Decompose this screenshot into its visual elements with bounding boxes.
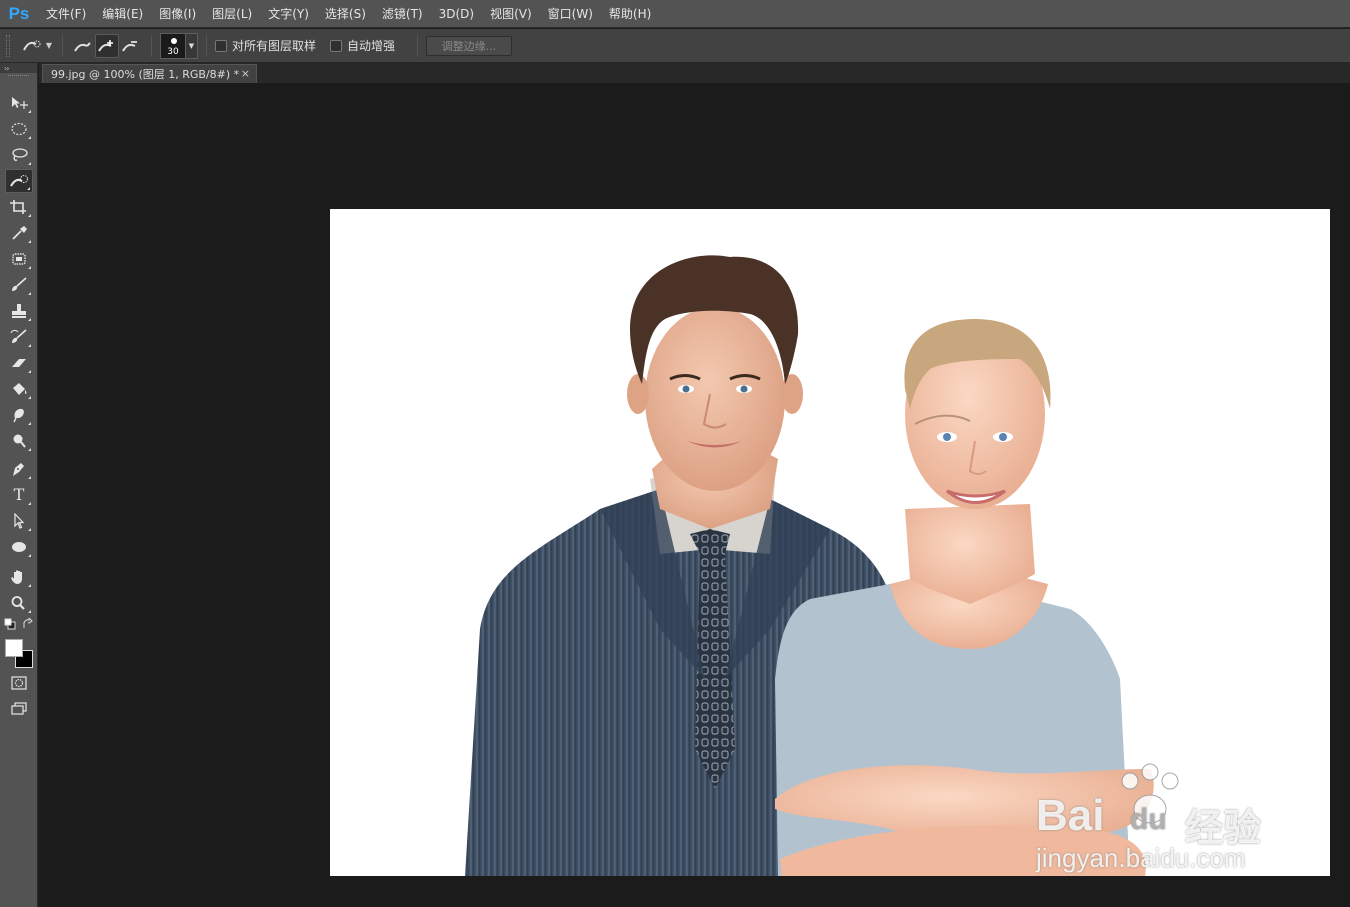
- clone-stamp-tool[interactable]: [5, 299, 33, 323]
- eyedropper-icon: [12, 226, 27, 240]
- document-workspace[interactable]: Bai du 经验 jingyan.baidu.com: [39, 83, 1350, 907]
- path-selection-tool[interactable]: [5, 509, 33, 533]
- image-canvas[interactable]: Bai du 经验 jingyan.baidu.com: [330, 209, 1330, 876]
- brush-icon: [12, 277, 27, 291]
- toolbox-collapse-button[interactable]: ››: [0, 63, 37, 73]
- pen-icon: [13, 463, 24, 476]
- divider: [417, 34, 419, 57]
- zoom-tool[interactable]: [5, 591, 33, 615]
- blur-tool[interactable]: [5, 403, 33, 427]
- default-colors-icon: [4, 618, 16, 630]
- dodge-icon: [13, 434, 26, 448]
- screen-mode-icon: [11, 702, 27, 715]
- photo-business-couple: [465, 255, 1179, 876]
- path-selection-icon: [14, 513, 25, 529]
- menu-window[interactable]: 窗口(W): [540, 0, 601, 28]
- add-to-selection-icon: [98, 39, 113, 52]
- menu-filter[interactable]: 滤镜(T): [374, 0, 431, 28]
- dodge-tool[interactable]: [5, 429, 33, 453]
- options-bar-grip[interactable]: [6, 34, 10, 57]
- crop-tool[interactable]: [5, 195, 33, 219]
- swap-colors-button[interactable]: [20, 617, 36, 631]
- menu-image[interactable]: 图像(I): [151, 0, 204, 28]
- blur-icon: [13, 408, 24, 423]
- close-icon[interactable]: ×: [241, 67, 250, 80]
- hand-icon: [11, 570, 22, 584]
- elliptical-marquee-icon: [11, 122, 27, 136]
- options-bar: ▼ 30 ▼ 对所有图层取样 自动增强 调整边缘...: [0, 29, 1350, 63]
- new-selection-icon: [74, 41, 91, 52]
- spot-healing-icon: [12, 253, 26, 265]
- clone-stamp-icon: [12, 304, 26, 318]
- toolbox-panel: ›› T: [0, 63, 38, 907]
- brush-size-picker[interactable]: 30: [160, 32, 186, 59]
- quick-selection-icon: [23, 40, 41, 50]
- brush-picker-dropdown[interactable]: ▼: [186, 32, 198, 59]
- chevron-down-icon[interactable]: ▼: [44, 34, 54, 58]
- hand-tool[interactable]: [5, 565, 33, 589]
- subtract-from-selection-button[interactable]: [119, 34, 143, 58]
- quick-selection-tool[interactable]: [5, 169, 33, 193]
- quick-mask-icon: [11, 676, 27, 690]
- lasso-tool[interactable]: [5, 143, 33, 167]
- auto-enhance-checkbox[interactable]: [330, 39, 343, 52]
- crop-icon: [10, 200, 26, 214]
- menu-type[interactable]: 文字(Y): [260, 0, 317, 28]
- zoom-icon: [11, 596, 25, 610]
- document-tab[interactable]: 99.jpg @ 100% (图层 1, RGB/8#) * ×: [42, 64, 257, 83]
- menu-select[interactable]: 选择(S): [317, 0, 374, 28]
- type-icon: T: [13, 485, 25, 504]
- watermark-brand-suffix: du: [1130, 803, 1167, 836]
- quick-selection-icon: [10, 175, 28, 187]
- divider: [62, 34, 63, 57]
- menu-bar: Ps 文件(F) 编辑(E) 图像(I) 图层(L) 文字(Y) 选择(S) 滤…: [0, 0, 1350, 28]
- default-colors-button[interactable]: [2, 617, 18, 631]
- add-to-selection-button[interactable]: [95, 33, 119, 58]
- photoshop-logo: Ps: [8, 3, 30, 23]
- menu-view[interactable]: 视图(V): [482, 0, 540, 28]
- eyedropper-tool[interactable]: [5, 221, 33, 245]
- quick-mask-button[interactable]: [5, 671, 33, 695]
- ellipse-shape-tool[interactable]: [5, 535, 33, 559]
- auto-enhance-label: 自动增强: [347, 39, 396, 53]
- menu-3d[interactable]: 3D(D): [431, 0, 482, 28]
- watermark-brand: Bai: [1036, 791, 1105, 840]
- paint-bucket-tool[interactable]: [5, 377, 33, 401]
- foreground-color-swatch[interactable]: [5, 639, 23, 657]
- menu-edit[interactable]: 编辑(E): [94, 0, 151, 28]
- type-tool[interactable]: T: [5, 483, 33, 507]
- eraser-icon: [12, 359, 26, 367]
- refine-edge-button[interactable]: 调整边缘...: [426, 35, 513, 56]
- divider: [151, 34, 152, 57]
- sample-all-layers-checkbox[interactable]: [215, 39, 227, 52]
- menu-file[interactable]: 文件(F): [38, 0, 94, 28]
- sample-all-layers-label: 对所有图层取样: [232, 39, 317, 53]
- new-selection-button[interactable]: [71, 34, 95, 58]
- screen-mode-button[interactable]: [5, 697, 33, 721]
- brush-tool[interactable]: [5, 273, 33, 297]
- eraser-tool[interactable]: [5, 351, 33, 375]
- elliptical-marquee-tool[interactable]: [5, 117, 33, 141]
- tool-preset-picker[interactable]: [20, 34, 44, 58]
- subtract-from-selection-icon: [122, 40, 137, 52]
- document-tab-title: 99.jpg @ 100% (图层 1, RGB/8#) *: [51, 68, 240, 81]
- toolbox-grip[interactable]: [8, 75, 29, 81]
- spot-healing-tool[interactable]: [5, 247, 33, 271]
- swap-colors-icon: [23, 618, 33, 628]
- lasso-icon: [12, 148, 28, 161]
- move-icon: [12, 97, 28, 109]
- ellipse-shape-icon: [12, 542, 26, 552]
- brush-size-value: 30: [167, 46, 179, 57]
- pen-tool[interactable]: [5, 457, 33, 481]
- divider: [206, 34, 207, 57]
- history-brush-tool[interactable]: [5, 325, 33, 349]
- document-tab-strip: 99.jpg @ 100% (图层 1, RGB/8#) * ×: [39, 63, 1350, 83]
- menu-layer[interactable]: 图层(L): [204, 0, 260, 28]
- menu-help[interactable]: 帮助(H): [601, 0, 659, 28]
- paint-bucket-icon: [13, 383, 27, 395]
- brush-tip-preview: [171, 37, 177, 44]
- watermark-url: jingyan.baidu.com: [1036, 843, 1246, 873]
- move-tool[interactable]: [5, 91, 33, 115]
- history-brush-icon: [10, 329, 27, 343]
